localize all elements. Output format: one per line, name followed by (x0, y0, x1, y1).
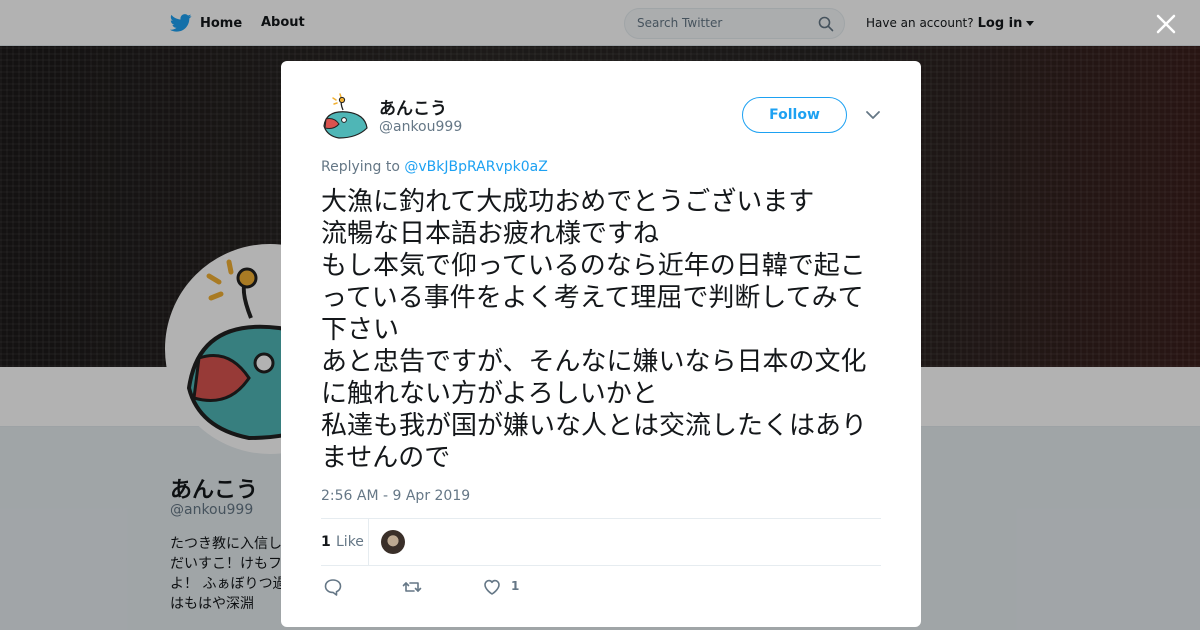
tweet-modal: あんこう @ankou999 Follow Replying to @vBkJB… (281, 61, 921, 627)
author-avatar[interactable] (321, 92, 369, 140)
close-icon[interactable] (1156, 14, 1176, 34)
anglerfish-avatar-small (323, 93, 368, 139)
tweet-stats: 1 Like (321, 518, 881, 566)
tweet-timestamp[interactable]: 2:56 AM - 9 Apr 2019 (321, 488, 470, 504)
replying-to: Replying to @vBkJBpRARvpk0aZ (321, 159, 548, 175)
chevron-down-icon[interactable] (865, 109, 881, 121)
stats-divider (368, 519, 369, 566)
tweet-text: 大漁に釣れて大成功おめでとうございます 流暢な日本語お疲れ様ですね もし本気で仰… (321, 187, 868, 473)
follow-button[interactable]: Follow (742, 97, 847, 133)
retweet-icon[interactable] (402, 577, 422, 597)
replying-prefix: Replying to (321, 159, 400, 175)
author-handle[interactable]: @ankou999 (379, 119, 462, 135)
reply-icon[interactable] (323, 577, 343, 597)
tweet-actions: 1 (321, 575, 621, 599)
likes-label[interactable]: Like (336, 534, 364, 550)
like-action-count[interactable]: 1 (511, 579, 519, 593)
author-name[interactable]: あんこう (379, 94, 447, 119)
liker-avatar[interactable] (381, 530, 405, 554)
heart-icon[interactable] (482, 577, 502, 597)
replying-to-link[interactable]: @vBkJBpRARvpk0aZ (404, 159, 547, 175)
likes-count[interactable]: 1 (321, 534, 331, 550)
